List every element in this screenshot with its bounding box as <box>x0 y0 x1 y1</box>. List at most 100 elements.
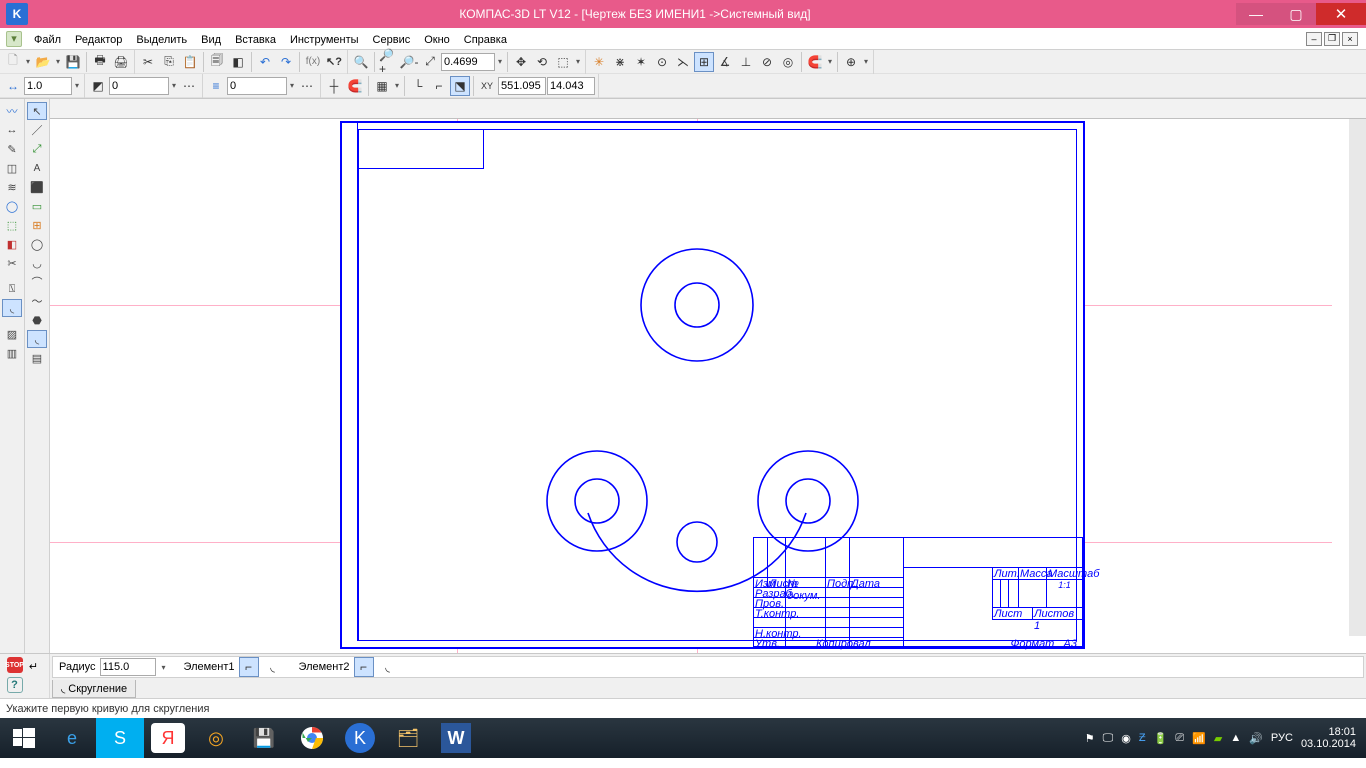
cat-symbols-icon[interactable]: ✎ <box>2 140 22 158</box>
tool-fill-icon[interactable]: ⬛ <box>27 178 47 196</box>
tool-text-icon[interactable]: A <box>27 159 47 177</box>
radius-input[interactable] <box>100 658 156 676</box>
start-button[interactable] <box>0 718 48 758</box>
tray-bt-icon[interactable]: ⎚ <box>1175 732 1184 745</box>
snap-near-button[interactable]: ⋋ <box>673 52 693 72</box>
zoom-window-button[interactable]: 🔍 <box>351 52 371 72</box>
taskbar-ie-icon[interactable]: e <box>48 718 96 758</box>
app-menu-button[interactable]: ▾ <box>6 31 22 47</box>
cat-views-icon[interactable]: ▥ <box>2 344 22 362</box>
taskbar-aimp-icon[interactable]: ◎ <box>192 718 240 758</box>
snap-point-button[interactable]: ✳ <box>589 52 609 72</box>
menu-insert[interactable]: Вставка <box>229 30 282 48</box>
grid-button[interactable]: ▦ <box>372 76 392 96</box>
cat-fillet-icon[interactable]: ◟ <box>2 299 22 317</box>
auto-button[interactable] <box>25 677 43 695</box>
layer-settings-button[interactable]: ⋯ <box>179 76 199 96</box>
taskbar-save-icon[interactable]: 💾 <box>240 718 288 758</box>
cat-measure-icon[interactable]: ◯ <box>2 197 22 215</box>
menu-tools[interactable]: Инструменты <box>284 30 365 48</box>
snap-center-button[interactable]: ⊙ <box>652 52 672 72</box>
ortho-button[interactable]: ┼ <box>324 76 344 96</box>
properties-button[interactable]: 🗐 <box>207 52 227 72</box>
zoom-out-button[interactable]: 🔎- <box>399 52 419 72</box>
tray-gfx-icon[interactable]: ▰ <box>1214 732 1222 745</box>
tray-up-icon[interactable]: ▲ <box>1230 732 1241 744</box>
snap-mid-button[interactable]: ⋇ <box>610 52 630 72</box>
perp-button[interactable]: ⌐ <box>429 76 449 96</box>
menu-edit[interactable]: Редактор <box>69 30 128 48</box>
snap-grid-button[interactable]: ⊞ <box>694 52 714 72</box>
linestyle-input[interactable] <box>227 77 287 95</box>
menu-file[interactable]: Файл <box>28 30 67 48</box>
tool-arc-icon[interactable]: ◡ <box>27 254 47 272</box>
taskbar-kompas-icon[interactable]: K <box>345 723 375 753</box>
snap-angle-button[interactable]: ∡ <box>715 52 735 72</box>
tray-app-icon[interactable]: Ƶ <box>1139 732 1146 744</box>
taskbar-chrome-icon[interactable] <box>288 718 336 758</box>
maximize-button[interactable]: ▢ <box>1276 3 1316 25</box>
taskbar-explorer-icon[interactable]: 🗂 <box>384 718 432 758</box>
tool-hatch2-icon[interactable]: ▤ <box>27 349 47 367</box>
tray-shield-icon[interactable]: ◉ <box>1121 732 1131 745</box>
tool-arc2-icon[interactable]: ⌒ <box>27 273 47 291</box>
tray-net-icon[interactable]: 📶 <box>1192 732 1206 745</box>
elem2-opt2-button[interactable]: ◟ <box>378 657 398 677</box>
tool-circle-icon[interactable]: ◯ <box>27 235 47 253</box>
cat-b-icon[interactable]: ⍂ <box>2 280 22 298</box>
apply-button[interactable]: ↵ <box>25 657 43 675</box>
layer-input[interactable] <box>109 77 169 95</box>
print-preview-button[interactable]: 🖶 <box>90 52 110 72</box>
library-button[interactable]: ◧ <box>228 52 248 72</box>
paste-button[interactable]: 📋 <box>180 52 200 72</box>
tray-volume-icon[interactable]: 🔊 <box>1249 732 1263 745</box>
cat-edit-icon[interactable]: ◫ <box>2 159 22 177</box>
mdi-restore[interactable]: ❐ <box>1324 32 1340 46</box>
mdi-minimize[interactable]: – <box>1306 32 1322 46</box>
open-button[interactable]: 📂 <box>33 52 53 72</box>
arrowhelp-button[interactable]: ↖? <box>324 52 344 72</box>
taskbar-word-icon[interactable]: W <box>441 723 471 753</box>
snap-end-button[interactable]: ◎ <box>778 52 798 72</box>
radius-dropdown[interactable]: ▾ <box>160 663 168 672</box>
redo-button[interactable]: ↷ <box>276 52 296 72</box>
stop-button[interactable]: STOP <box>7 657 23 673</box>
taskbar-skype-icon[interactable]: S <box>96 718 144 758</box>
elem1-opt2-button[interactable]: ◟ <box>263 657 283 677</box>
zoom-input[interactable] <box>441 53 495 71</box>
step-input[interactable] <box>24 77 72 95</box>
ortho2-button[interactable]: └ <box>408 76 428 96</box>
cat-a-icon[interactable]: ✂ <box>2 254 22 272</box>
canvas-area[interactable]: ИзмЛист№ докум.Подп.Дата Разраб. Пров. Т… <box>50 99 1366 653</box>
undo-button[interactable]: ↶ <box>255 52 275 72</box>
menu-view[interactable]: Вид <box>195 30 227 48</box>
tool-spline-icon[interactable]: 〜 <box>27 292 47 310</box>
drawing-canvas[interactable]: ИзмЛист№ докум.Подп.Дата Разраб. Пров. Т… <box>50 119 1349 653</box>
vertical-scrollbar[interactable] <box>1349 119 1366 636</box>
fx-button[interactable]: f(x) <box>303 52 323 72</box>
menu-help[interactable]: Справка <box>458 30 513 48</box>
tool-line-icon[interactable]: ／ <box>27 121 47 139</box>
help-button[interactable]: ? <box>7 677 23 693</box>
cat-params-icon[interactable]: ≋ <box>2 178 22 196</box>
cat-dimension-icon[interactable]: ↔ <box>2 121 22 139</box>
tab-fillet[interactable]: ◟ Скругление <box>52 680 136 698</box>
snap-toggle-button[interactable]: 🧲 <box>805 52 825 72</box>
redraw-button[interactable]: ⬚ <box>553 52 573 72</box>
tool-aux-icon[interactable]: ⤢ <box>27 140 47 158</box>
zoom-in-button[interactable]: 🔎+ <box>378 52 398 72</box>
close-button[interactable]: ✕ <box>1316 3 1366 25</box>
orbit-button[interactable]: ⟲ <box>532 52 552 72</box>
elem1-opt1-button[interactable]: ⌐ <box>239 657 259 677</box>
copy-button[interactable]: ⎘ <box>159 52 179 72</box>
cat-geometry-icon[interactable]: 〰 <box>2 102 22 120</box>
menu-select[interactable]: Выделить <box>130 30 193 48</box>
snap-tan-button[interactable]: ⊘ <box>757 52 777 72</box>
cat-select-icon[interactable]: ⬚ <box>2 216 22 234</box>
print-button[interactable]: 🖨 <box>111 52 131 72</box>
tray-battery-icon[interactable]: 🔋 <box>1154 732 1168 745</box>
menu-service[interactable]: Сервис <box>367 30 417 48</box>
coord-x-input[interactable] <box>498 77 546 95</box>
tool-rect-icon[interactable]: ▭ <box>27 197 47 215</box>
tool-table-icon[interactable]: ⊞ <box>27 216 47 234</box>
